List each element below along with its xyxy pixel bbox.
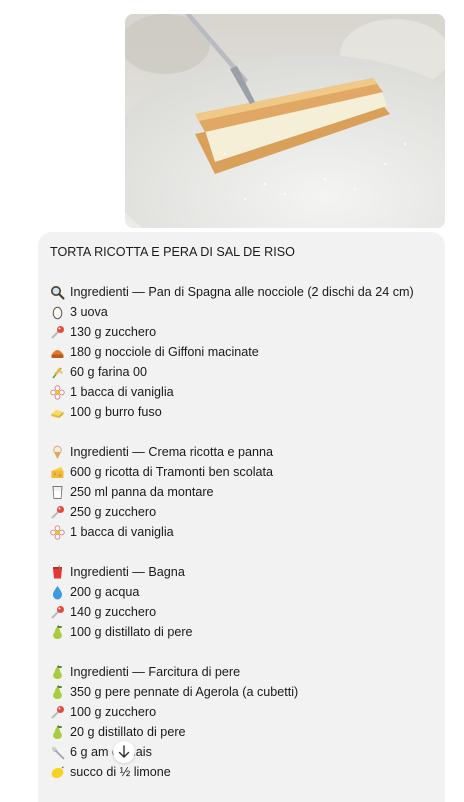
candy-icon [50, 505, 65, 520]
ingredient-item: 6 g am di mais [50, 742, 442, 762]
ingredient-item-text: 100 g burro fuso [70, 405, 162, 419]
cheese-icon [50, 465, 65, 480]
ingredient-item: 350 g pere pennate di Agerola (a cubetti… [50, 682, 442, 702]
cake-image [125, 14, 445, 228]
cup-icon [50, 564, 65, 580]
ingredient-item: 100 g distillato di pere [50, 622, 442, 642]
pear-icon [50, 624, 65, 640]
ingredient-item: 200 g acqua [50, 582, 442, 602]
section-header: Ingredienti — Pan di Spagna alle nocciol… [50, 282, 442, 302]
section-header-text: Ingredienti — Bagna [70, 565, 185, 579]
ingredient-item-text: succo di ½ limone [70, 765, 171, 779]
ingredient-item: 180 g nocciole di Giffoni macinate [50, 342, 442, 362]
ingredient-item: 250 ml panna da montare [50, 482, 442, 502]
scroll-down-button[interactable] [113, 741, 135, 763]
section-header: Ingredienti — Crema ricotta e panna [50, 442, 442, 462]
ingredient-item: 140 g zucchero [50, 602, 442, 622]
chestnut-icon [50, 345, 65, 360]
ingredient-item-text: 100 g zucchero [70, 705, 157, 719]
ingredient-item: 60 g farina 00 [50, 362, 442, 382]
pear-icon [50, 664, 65, 680]
recipe-photo[interactable] [125, 14, 445, 228]
candy-icon [50, 325, 65, 340]
section-header: Ingredienti — Bagna [50, 562, 442, 582]
ingredient-item-text: 20 g distillato di pere [70, 725, 186, 739]
ingredient-item-text: 250 g zucchero [70, 505, 157, 519]
ingredient-item-text: 130 g zucchero [70, 325, 157, 339]
ingredient-item-text: 3 uova [70, 305, 108, 319]
ingredient-item-text: 100 g distillato di pere [70, 625, 193, 639]
flower-icon [50, 384, 65, 400]
ingredient-item: 250 g zucchero [50, 502, 442, 522]
recipe-title: TORTA RICOTTA E PERA DI SAL DE RISO [50, 245, 295, 259]
spoon-icon [50, 745, 65, 760]
ingredient-item: succo di ½ limone [50, 762, 442, 782]
section-header-text: Ingredienti — Crema ricotta e panna [70, 445, 274, 459]
ingredient-item-text: 140 g zucchero [70, 605, 157, 619]
candy-icon [50, 705, 65, 720]
ingredient-item-text: 250 ml panna da montare [70, 485, 214, 499]
ingredient-item: 3 uova [50, 302, 442, 322]
section-header-text: Ingredienti — Pan di Spagna alle nocciol… [70, 285, 414, 299]
lemon-icon [50, 765, 65, 780]
ingredient-item: 1 bacca di vaniglia [50, 382, 442, 402]
ingredient-item-text: 1 bacca di vaniglia [70, 525, 174, 539]
section-header-text: Ingredienti — Farcitura di pere [70, 665, 241, 679]
ingredient-item-text: 600 g ricotta di Tramonti ben scolata [70, 465, 274, 479]
magnifier-icon [50, 285, 65, 300]
ingredient-item-text: 1 bacca di vaniglia [70, 385, 174, 399]
ingredient-item: 20 g distillato di pere [50, 722, 442, 742]
section-header: Ingredienti — Farcitura di pere [50, 662, 442, 682]
ingredient-item-text: 6 g am di mais [70, 745, 152, 759]
wheat-icon [50, 365, 65, 380]
ingredient-item-text: 180 g nocciole di Giffoni macinate [70, 345, 259, 359]
ingredient-item-text: 200 g acqua [70, 585, 140, 599]
pear-icon [50, 684, 65, 700]
ingredient-item: 130 g zucchero [50, 322, 442, 342]
butter-icon [50, 405, 65, 420]
ingredient-item: 1 bacca di vaniglia [50, 522, 442, 542]
recipe-text: TORTA RICOTTA E PERA DI SAL DE RISO Ingr… [50, 242, 442, 782]
droplet-icon [50, 585, 65, 600]
ingredient-item-text: 60 g farina 00 [70, 365, 148, 379]
ingredient-item: 100 g burro fuso [50, 402, 442, 422]
ingredient-item: 100 g zucchero [50, 702, 442, 722]
flower-icon [50, 524, 65, 540]
candy-icon [50, 605, 65, 620]
glass-icon [50, 485, 65, 500]
ice-cream-icon [50, 445, 65, 460]
ingredient-item: 600 g ricotta di Tramonti ben scolata [50, 462, 442, 482]
ingredient-item-text: 350 g pere pennate di Agerola (a cubetti… [70, 685, 299, 699]
arrow-down-icon [118, 745, 130, 758]
pear-icon [50, 724, 65, 740]
egg-icon [50, 305, 65, 320]
